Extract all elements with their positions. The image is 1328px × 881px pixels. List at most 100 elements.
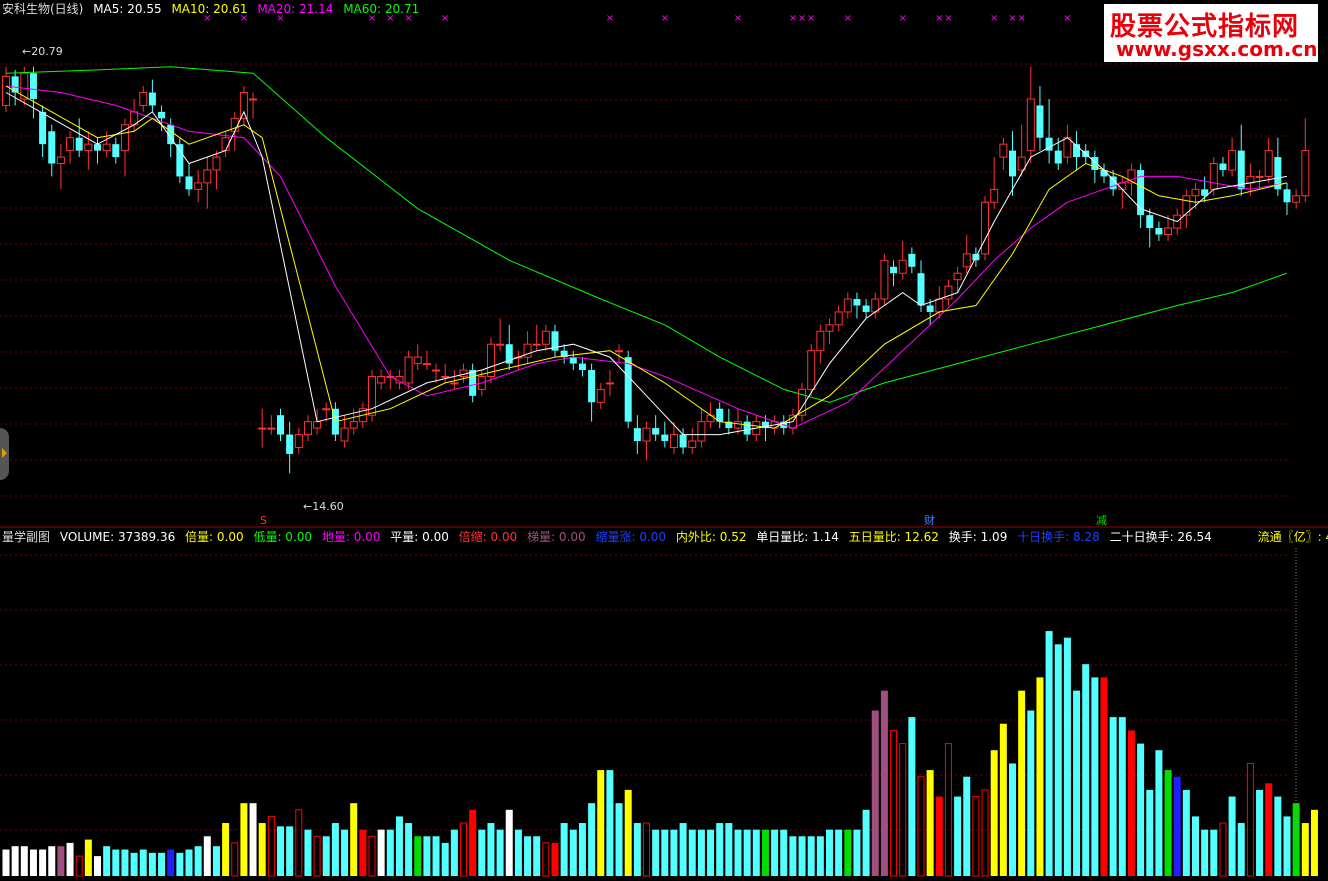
kline-chart[interactable]: × × × × × × × × × × × × × × × × × × × × ×←20.79←14.60S 财减 (0, 0, 1328, 881)
candle-body-down (624, 357, 632, 422)
candle-body-up (843, 298, 852, 313)
pingliang-value: 平量: 0.00 (390, 530, 449, 544)
volume-bar (185, 849, 193, 876)
volume-bar (761, 829, 769, 876)
candle-body-down (286, 434, 294, 454)
candle-body-up (432, 369, 441, 372)
candle-body-up (322, 408, 331, 411)
volume-bar (1265, 783, 1273, 876)
volume-bar (908, 717, 916, 876)
liutong-value: 流通〖亿〗: 4.61 (1257, 530, 1328, 544)
beisuo-value: 倍缩: 0.00 (458, 530, 518, 544)
candle-body-down (926, 305, 934, 312)
volume-bar (890, 729, 898, 877)
volume-bar (1219, 822, 1227, 877)
volume-bar (2, 849, 10, 876)
volume-bar (57, 846, 65, 876)
volume-bar (1137, 743, 1145, 876)
volume-bar (789, 836, 797, 876)
volume-bar (899, 743, 907, 877)
volume-bar (1173, 776, 1181, 876)
volume-bar (460, 822, 467, 877)
candle-body-up (1182, 195, 1191, 216)
candle-body-up (1209, 163, 1218, 190)
volume-bar (313, 835, 321, 877)
volume-bar (569, 829, 577, 876)
candle-body-up (990, 188, 999, 203)
beiliang-value: 倍量: 0.00 (185, 530, 244, 544)
volume-bar (1027, 710, 1035, 876)
volume-bar (1301, 823, 1309, 876)
volume-bar (295, 809, 303, 877)
volume-bar (1210, 829, 1218, 876)
volume-bar (1246, 762, 1254, 877)
signal-x-mark: × (441, 13, 449, 24)
candle-body-down (75, 137, 83, 151)
huanshou-value: 换手: 1.09 (948, 530, 1008, 544)
candle-body-up (605, 382, 614, 385)
volume-bar (1063, 637, 1071, 876)
volume-bar (606, 770, 614, 876)
volume-bar (643, 822, 650, 877)
volume-bar (1256, 789, 1264, 876)
side-expand-tab[interactable] (0, 428, 9, 480)
candle-body-up (2, 75, 10, 106)
volume-bar (1164, 770, 1172, 876)
volume-bar (1073, 690, 1081, 876)
signal-x-mark: × (734, 13, 742, 24)
volume-bar (926, 770, 934, 876)
candle-body-up (66, 137, 75, 152)
candle-body-down (148, 92, 156, 106)
candle-body-up (706, 414, 715, 423)
volume-bar (496, 829, 504, 876)
signal-x-mark: × (1017, 13, 1025, 24)
volume-bar (1109, 717, 1117, 876)
candle-body-down (48, 131, 56, 164)
candle-body-up (450, 382, 459, 385)
volume-bar (533, 836, 541, 876)
candle-body-up (496, 343, 505, 346)
candle-body-up (1246, 175, 1255, 184)
stock-title: 安科生物(日线) (2, 2, 84, 16)
main-chart-header: 安科生物(日线) MA5: 20.55 MA10: 20.61 MA20: 21… (2, 2, 425, 16)
ma20-line (5, 85, 1288, 429)
volume-bar (249, 803, 257, 876)
volume-bar (20, 846, 28, 876)
volume-bar (240, 803, 248, 876)
volume-bar (395, 816, 403, 876)
candle-body-down (158, 111, 166, 119)
candle-body-up (212, 156, 221, 171)
candle-body-down (633, 428, 641, 442)
signal-x-mark: × (789, 13, 797, 24)
volume-bar (130, 852, 138, 876)
candle-body-down (569, 357, 577, 364)
tiliang-value: 梯量: 0.00 (527, 530, 586, 544)
volume-bar (359, 829, 367, 876)
volume-bar (597, 770, 605, 876)
volume-bar (752, 829, 760, 876)
candle-body-up (541, 330, 550, 345)
volume-bar (1036, 677, 1044, 876)
volume-bar (66, 842, 74, 876)
volume-bar (578, 823, 586, 876)
ershirihuanshou-value: 二十日换手: 26.54 (1109, 530, 1212, 544)
cai-marker: 财 (924, 513, 935, 527)
candle-body-down (1219, 163, 1227, 170)
candle-body-down (578, 363, 586, 371)
volume-bar (679, 823, 687, 876)
signal-x-mark: × (990, 13, 998, 24)
volume-bar (1009, 763, 1016, 876)
volume-bar (405, 823, 413, 876)
volume-bar (48, 846, 56, 876)
candle-body-up (303, 421, 312, 436)
volume-bar (697, 829, 705, 876)
volume-bar (222, 823, 230, 876)
volume-bar (450, 829, 458, 876)
candle-body-up (669, 434, 678, 448)
candle-body-up (615, 350, 624, 353)
volume-bar (121, 849, 129, 876)
volume-bar (862, 809, 870, 876)
volume-bar (798, 836, 806, 876)
ma5-line (5, 92, 1288, 436)
candle-body-up (1063, 137, 1072, 158)
